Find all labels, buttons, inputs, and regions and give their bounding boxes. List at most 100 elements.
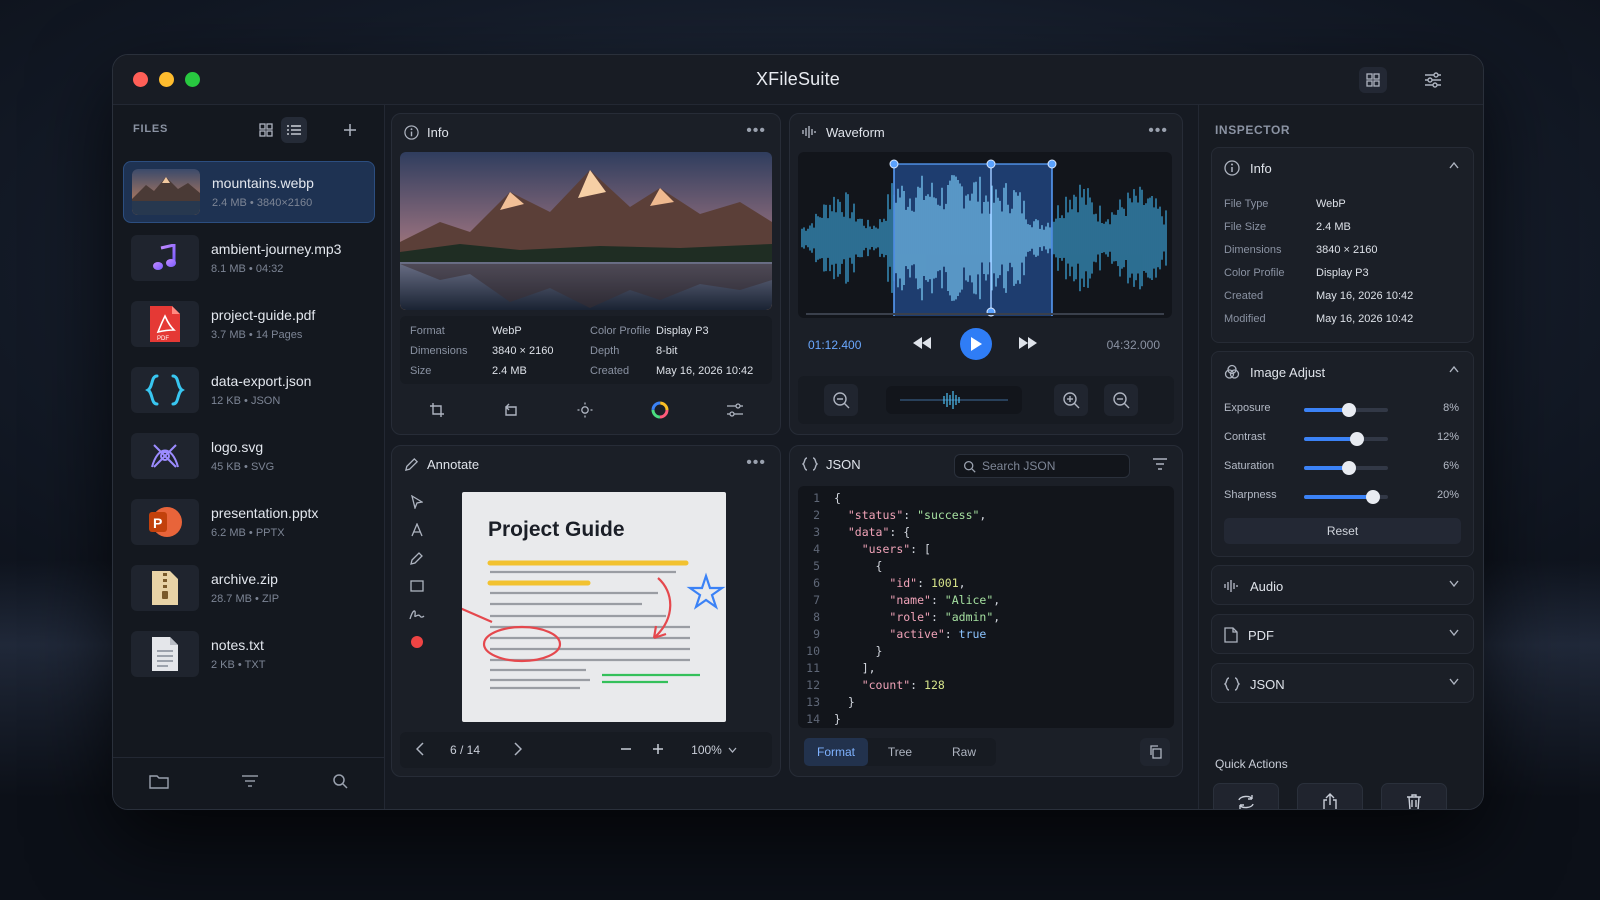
slider-knob[interactable] bbox=[1341, 403, 1356, 417]
pdf-card[interactable]: PDF bbox=[1211, 614, 1474, 654]
json-search-input[interactable]: Search JSON bbox=[954, 454, 1130, 478]
slider-knob[interactable] bbox=[1365, 490, 1380, 504]
code-line: 12 "count": 128 bbox=[798, 677, 1174, 694]
share-button[interactable] bbox=[1297, 783, 1363, 809]
fast-forward-button[interactable] bbox=[1018, 336, 1038, 355]
file-name: notes.txt bbox=[211, 637, 264, 653]
play-button[interactable] bbox=[960, 328, 992, 360]
delete-button[interactable] bbox=[1381, 783, 1447, 809]
file-name: logo.svg bbox=[211, 439, 264, 455]
prev-page-button[interactable] bbox=[415, 742, 424, 761]
json-code-view[interactable]: 1{2 "status": "success", 3 "data": {4 "us… bbox=[798, 486, 1174, 728]
grid-view-button[interactable] bbox=[253, 117, 279, 143]
pen-tool[interactable] bbox=[400, 544, 434, 572]
file-name: project-guide.pdf bbox=[211, 307, 316, 323]
more-options-button[interactable]: ••• bbox=[746, 122, 766, 140]
document-page[interactable]: Project Guide bbox=[462, 492, 726, 722]
zoom-select[interactable]: 100% bbox=[682, 738, 746, 762]
file-detail: SVG bbox=[250, 461, 275, 473]
more-options-button[interactable]: ••• bbox=[1148, 122, 1168, 140]
folder-icon bbox=[149, 775, 169, 789]
exposure-slider[interactable] bbox=[1304, 403, 1388, 417]
chevron-down-icon bbox=[1449, 678, 1459, 685]
rewind-button[interactable] bbox=[912, 336, 932, 355]
file-item-data-export[interactable]: data-export.json 12 KB • JSON bbox=[123, 359, 375, 421]
overview-minimap[interactable] bbox=[886, 386, 1022, 414]
code-line: 13 } bbox=[798, 694, 1174, 711]
saturation-slider[interactable] bbox=[1304, 461, 1388, 475]
json-card-header[interactable]: JSON bbox=[1212, 664, 1473, 704]
settings-button[interactable] bbox=[1419, 67, 1447, 93]
file-name: mountains.webp bbox=[212, 175, 314, 191]
file-item-archive[interactable]: archive.zip 28.7 MB • ZIP bbox=[123, 557, 375, 619]
copy-json-button[interactable] bbox=[1140, 738, 1170, 766]
code-text: "id": 1001, bbox=[889, 576, 966, 590]
signature-tool[interactable] bbox=[400, 600, 434, 628]
code-text: "status": "success", bbox=[847, 508, 987, 522]
reset-button[interactable]: Reset bbox=[1224, 518, 1461, 544]
handle-dot[interactable] bbox=[889, 159, 899, 169]
zoom-out-button[interactable] bbox=[824, 384, 858, 416]
info-key: Modified bbox=[1224, 313, 1266, 325]
text-tool[interactable] bbox=[400, 516, 434, 544]
image-adjust-card: Image Adjust Exposure 8% Contrast 12% Satura… bbox=[1211, 351, 1474, 557]
color-button[interactable] bbox=[651, 401, 669, 424]
annotation-toolbar bbox=[400, 488, 434, 728]
meta-key: Created bbox=[590, 365, 630, 377]
list-view-button[interactable] bbox=[281, 117, 307, 143]
file-item-notes[interactable]: notes.txt 2 KB • TXT bbox=[123, 623, 375, 685]
rotate-icon bbox=[505, 403, 517, 416]
file-item-logo[interactable]: logo.svg 45 KB • SVG bbox=[123, 425, 375, 487]
adjust-button[interactable] bbox=[727, 402, 743, 422]
handle-dot[interactable] bbox=[986, 159, 996, 169]
document-annotations bbox=[462, 560, 726, 690]
file-item-presentation[interactable]: P presentation.pptx 6.2 MB • PPTX bbox=[123, 491, 375, 553]
slider-knob[interactable] bbox=[1349, 432, 1364, 446]
slider-knob[interactable] bbox=[1341, 461, 1356, 475]
info-card-header[interactable]: Info bbox=[1212, 148, 1473, 188]
json-filter-button[interactable] bbox=[1152, 457, 1168, 475]
brightness-button[interactable] bbox=[577, 402, 593, 423]
json-card[interactable]: JSON bbox=[1211, 663, 1474, 703]
file-size: 12 KB bbox=[211, 395, 241, 407]
color-picker[interactable] bbox=[400, 628, 434, 656]
filter-button[interactable] bbox=[241, 774, 259, 793]
file-item-ambient-journey[interactable]: ambient-journey.mp3 8.1 MB • 04:32 bbox=[123, 227, 375, 289]
more-options-button[interactable]: ••• bbox=[746, 454, 766, 472]
json-view-tabs: Format Tree Raw bbox=[804, 738, 996, 766]
sharpness-slider[interactable] bbox=[1304, 490, 1388, 504]
rectangle-tool[interactable] bbox=[400, 572, 434, 600]
file-size: 3.7 MB bbox=[211, 329, 246, 341]
zoom-out-page-button[interactable] bbox=[620, 742, 632, 761]
image-adjust-header[interactable]: Image Adjust bbox=[1212, 352, 1473, 392]
tab-format[interactable]: Format bbox=[804, 738, 868, 766]
crop-button[interactable] bbox=[429, 402, 445, 423]
handle-dot[interactable] bbox=[1047, 159, 1057, 169]
file-item-project-guide[interactable]: PDF project-guide.pdf 3.7 MB • 14 Pages bbox=[123, 293, 375, 355]
next-page-button[interactable] bbox=[514, 742, 523, 761]
zoom-in-button[interactable] bbox=[1054, 384, 1088, 416]
tab-tree[interactable]: Tree bbox=[868, 738, 932, 766]
waveform-canvas[interactable] bbox=[798, 152, 1172, 318]
annotate-panel: Annotate ••• Project Guide 6 / 14 100% bbox=[391, 445, 781, 777]
add-file-button[interactable] bbox=[337, 117, 363, 143]
app-title: XFileSuite bbox=[755, 69, 841, 89]
rotate-button[interactable] bbox=[503, 402, 519, 423]
search-files-button[interactable] bbox=[332, 773, 348, 794]
trash-icon bbox=[1407, 794, 1421, 809]
select-tool[interactable] bbox=[400, 488, 434, 516]
tab-raw[interactable]: Raw bbox=[932, 738, 996, 766]
file-item-mountains[interactable]: mountains.webp 2.4 MB • 3840×2160 bbox=[123, 161, 375, 223]
separator-dot: • bbox=[248, 263, 253, 275]
line-number: 2 bbox=[813, 508, 820, 522]
layout-grid-button[interactable] bbox=[1359, 67, 1387, 93]
audio-card-header[interactable]: Audio bbox=[1212, 566, 1473, 606]
zoom-out-secondary-button[interactable] bbox=[1104, 384, 1138, 416]
open-folder-button[interactable] bbox=[149, 773, 169, 794]
code-line: 2 "status": "success", bbox=[798, 507, 1174, 524]
convert-button[interactable] bbox=[1213, 783, 1279, 809]
pdf-card-header[interactable]: PDF bbox=[1212, 615, 1473, 655]
zoom-in-page-button[interactable] bbox=[652, 742, 664, 761]
contrast-slider[interactable] bbox=[1304, 432, 1388, 446]
audio-card[interactable]: Audio bbox=[1211, 565, 1474, 605]
